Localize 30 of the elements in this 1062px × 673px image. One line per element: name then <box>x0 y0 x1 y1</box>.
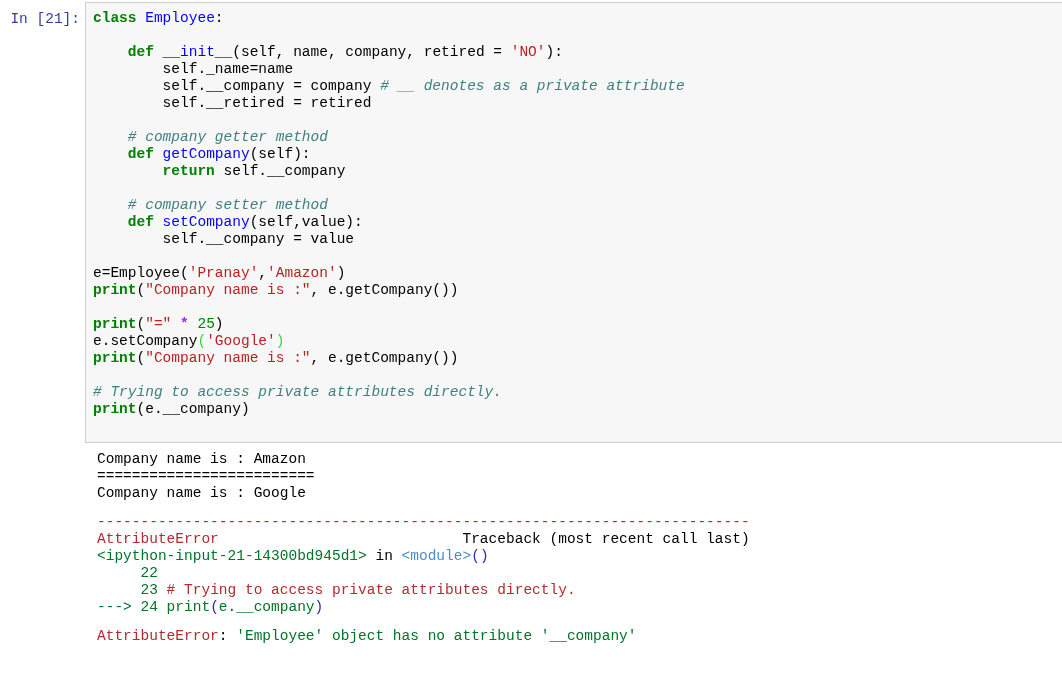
code-line: # Trying to access private attributes directly. <box>93 384 502 401</box>
output-line: 22 <box>139 565 158 582</box>
code-line: self.__company = company # __ denotes as a private attribute <box>161 78 685 95</box>
code-line: self.__retired = retired <box>161 95 372 112</box>
code-line: print("Company name is :", e.getCompany()) <box>93 282 459 299</box>
output-line: ========================= <box>97 468 315 485</box>
output-line: AttributeError: 'Employee' object has no attribute '__company' <box>97 628 637 645</box>
code-line: self._name=name <box>161 61 294 78</box>
code-line: def setCompany(self,value): <box>126 214 363 231</box>
code-line: return self.__company <box>161 163 346 180</box>
code-cell[interactable] <box>85 2 1062 443</box>
output-line: ---> 24 print(e.__company) <box>97 599 324 616</box>
prompt-label: In [21]: <box>9 10 81 28</box>
output-line: <ipython-input-21-14300bd945d1> in <module>() <box>97 548 489 565</box>
code-line: # company getter method <box>126 129 328 146</box>
output-line: Company name is : Amazon <box>97 451 306 468</box>
output-line: AttributeError Traceback (most recent call last) <box>97 531 750 548</box>
code-line: print("Company name is :", e.getCompany()) <box>93 350 459 367</box>
code-line: def __init__(self, name, company, retired = 'NO'): <box>126 44 563 61</box>
code-line: def getCompany(self): <box>126 146 311 163</box>
code-line: # company setter method <box>126 197 328 214</box>
code-line: print(e.__company) <box>93 401 250 418</box>
output-line: 23 # Trying to access private attributes directly. <box>139 582 576 599</box>
code-line: self.__company = value <box>161 231 355 248</box>
code-line: e=Employee('Pranay','Amazon') <box>93 265 346 282</box>
output-line: Company name is : Google <box>97 485 306 502</box>
code-line: e.setCompany('Google') <box>93 333 285 350</box>
code-line: print("=" * 25) <box>93 316 224 333</box>
output-line: --------------------------------------------------------------------------- <box>97 514 750 531</box>
code-line: class Employee: <box>93 10 224 27</box>
